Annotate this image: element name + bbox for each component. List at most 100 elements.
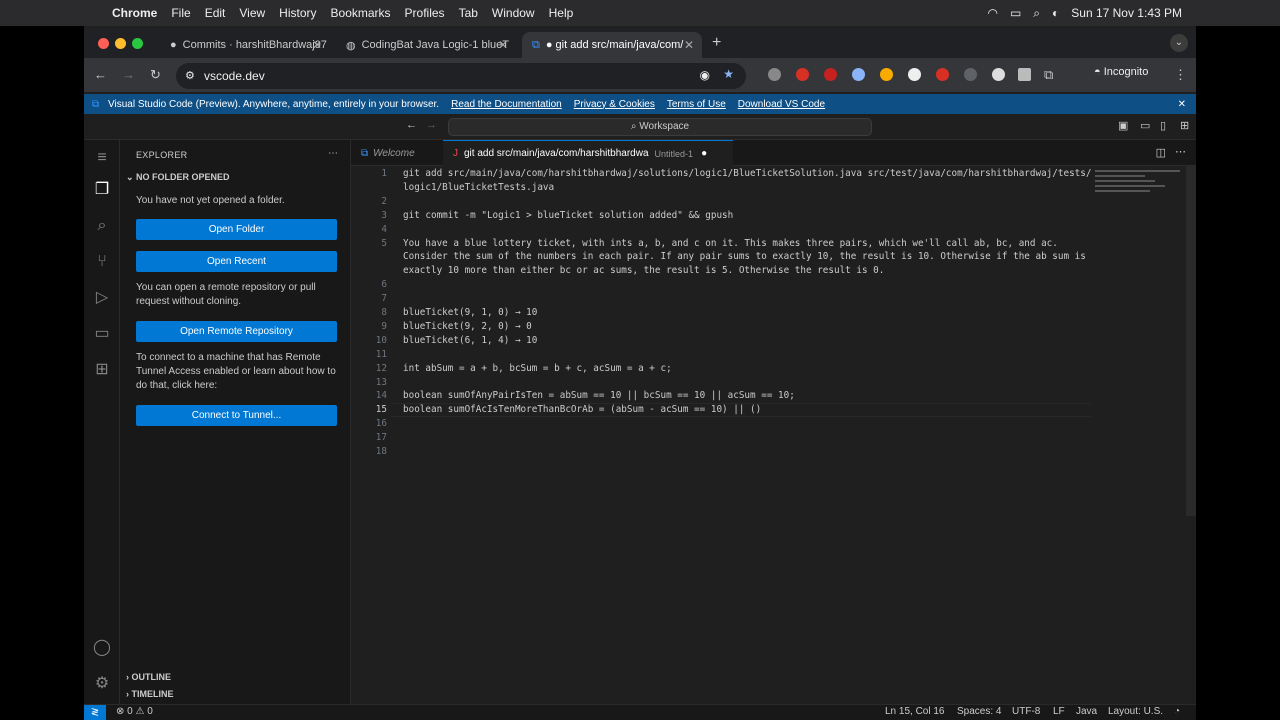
section-header[interactable]: ⌄ NO FOLDER OPENED [126, 172, 230, 183]
address-bar[interactable]: ⚙ vscode.dev ◉ ★ [176, 63, 746, 89]
site-info-icon[interactable]: ⚙ [185, 69, 195, 82]
nav-forward-icon[interactable]: → [426, 119, 437, 131]
menu-view[interactable]: View [239, 6, 265, 20]
language-mode[interactable]: Java [1076, 706, 1097, 717]
nav-back-icon[interactable]: ← [406, 119, 417, 131]
code-line[interactable]: int abSum = a + b, bcSum = b + c, acSum … [403, 363, 672, 374]
timeline-section[interactable]: › TIMELINE [126, 689, 174, 699]
remote-explorer-icon[interactable]: ▭ [92, 324, 112, 344]
menu-icon[interactable]: ≡ [92, 148, 112, 168]
minimize-window-button[interactable] [115, 38, 126, 49]
search-icon[interactable]: ⌕ [92, 216, 112, 236]
more-actions-icon[interactable]: ⋯ [1175, 145, 1186, 158]
code-line[interactable]: boolean sumOfAcIsTenMoreThanBcOrAb = (ab… [403, 404, 761, 415]
new-tab-button[interactable]: + [712, 34, 721, 52]
spotlight-icon[interactable]: ⌕ [1033, 6, 1040, 21]
zoom-window-button[interactable] [132, 38, 143, 49]
open-folder-button[interactable]: Open Folder [136, 219, 337, 240]
wifi-icon[interactable]: ◠ [987, 6, 997, 20]
terms-link[interactable]: Terms of Use [667, 99, 726, 110]
run-debug-icon[interactable]: ▷ [92, 288, 112, 308]
keyboard-layout[interactable]: Layout: U.S. [1108, 706, 1163, 717]
connect-to-tunnel-button[interactable]: Connect to Tunnel... [136, 405, 337, 426]
editor-scrollbar[interactable] [1186, 166, 1196, 516]
outline-section[interactable]: › OUTLINE [126, 672, 171, 682]
toggle-secondary-sidebar-icon[interactable]: ▯ [1160, 119, 1166, 132]
menu-tab[interactable]: Tab [459, 6, 478, 20]
encoding[interactable]: UTF-8 [1012, 706, 1040, 717]
cursor-position[interactable]: Ln 15, Col 16 [885, 706, 945, 717]
extension-icon[interactable] [964, 68, 977, 81]
extension-icon[interactable] [936, 68, 949, 81]
remote-indicator-icon[interactable]: ≷ [84, 705, 106, 720]
extension-icon[interactable] [824, 68, 837, 81]
extension-icon[interactable] [908, 68, 921, 81]
menu-profiles[interactable]: Profiles [405, 6, 445, 20]
code-line[interactable]: exactly 10 more than either bc or ac sum… [403, 265, 884, 276]
split-editor-icon[interactable]: ◫ [1156, 146, 1166, 159]
extension-icon[interactable] [880, 68, 893, 81]
extension-icon[interactable] [992, 68, 1005, 81]
toggle-panel-icon[interactable]: ▭ [1140, 119, 1150, 132]
indentation[interactable]: Spaces: 4 [957, 706, 1001, 717]
control-center-icon[interactable]: ◐ [1052, 6, 1059, 20]
problems-indicator[interactable]: ⊗ 0 ⚠ 0 [116, 706, 153, 717]
open-recent-button[interactable]: Open Recent [136, 251, 337, 272]
menu-edit[interactable]: Edit [205, 6, 226, 20]
menu-help[interactable]: Help [549, 6, 574, 20]
read-docs-link[interactable]: Read the Documentation [451, 99, 562, 110]
close-tab-icon[interactable]: ✕ [312, 38, 322, 52]
close-tab-icon[interactable]: ✕ [498, 38, 508, 52]
minimap[interactable] [1095, 166, 1185, 206]
menubar-clock[interactable]: Sun 17 Nov 1:43 PM [1071, 6, 1182, 20]
battery-icon[interactable]: ▭ [1010, 6, 1021, 20]
menu-file[interactable]: File [171, 6, 190, 20]
privacy-link[interactable]: Privacy & Cookies [574, 99, 655, 110]
extension-icon[interactable] [852, 68, 865, 81]
dirty-indicator-icon[interactable]: ● [701, 148, 707, 159]
extension-icon[interactable] [796, 68, 809, 81]
explorer-icon[interactable]: ❐ [92, 180, 112, 200]
extensions-icon[interactable]: ⊞ [92, 360, 112, 380]
incognito-indicator[interactable]: ◓ Incognito [1094, 66, 1148, 78]
code-line[interactable]: blueTicket(6, 1, 4) → 10 [403, 335, 537, 346]
menu-bookmarks[interactable]: Bookmarks [331, 6, 391, 20]
code-line[interactable]: boolean sumOfAnyPairIsTen = abSum == 10 … [403, 390, 795, 401]
code-line[interactable]: blueTicket(9, 1, 0) → 10 [403, 307, 537, 318]
settings-gear-icon[interactable]: ⚙ [92, 674, 112, 694]
code-line[interactable]: You have a blue lottery ticket, with int… [403, 238, 1058, 249]
bookmark-star-icon[interactable]: ★ [723, 67, 734, 81]
incognito-eye-icon[interactable]: ◉ [700, 68, 710, 82]
tab-search-icon[interactable]: ⌄ [1170, 34, 1188, 52]
customize-layout-icon[interactable]: ⊞ [1180, 119, 1189, 132]
menu-window[interactable]: Window [492, 6, 535, 20]
menu-chrome[interactable]: Chrome [112, 6, 157, 20]
browser-tab[interactable]: ◍ CodingBat Java Logic-1 blueT ✕ [336, 32, 516, 58]
accounts-icon[interactable]: ◯ [92, 638, 112, 658]
code-line[interactable]: Consider the sum of the numbers in each … [403, 251, 1086, 262]
code-line[interactable]: git add src/main/java/com/harshitbhardwa… [403, 168, 1091, 179]
end-of-line[interactable]: LF [1053, 706, 1065, 717]
code-line[interactable]: blueTicket(9, 2, 0) → 0 [403, 321, 532, 332]
more-actions-icon[interactable]: ⋯ [328, 148, 338, 159]
chrome-menu-icon[interactable]: ⋮ [1174, 67, 1187, 83]
open-remote-repository-button[interactable]: Open Remote Repository [136, 321, 337, 342]
forward-icon[interactable]: → [122, 67, 135, 82]
code-line[interactable]: git commit -m "Logic1 > blueTicket solut… [403, 210, 733, 221]
browser-tab-active[interactable]: ⧉ ● git add src/main/java/com/ ✕ [522, 32, 702, 58]
editor-tab-welcome[interactable]: ⧉ Welcome [351, 140, 443, 166]
command-center[interactable]: ⌕ Workspace [448, 118, 872, 136]
editor-tab-untitled[interactable]: J git add src/main/java/com/harshitbhard… [443, 140, 733, 166]
menu-history[interactable]: History [279, 6, 316, 20]
extension-icon[interactable] [768, 68, 781, 81]
reload-icon[interactable]: ↻ [150, 67, 161, 83]
browser-tab[interactable]: ● Commits · harshitBhardwaj97 ✕ [160, 32, 330, 58]
code-line[interactable]: logic1/BlueTicketTests.java [403, 182, 554, 193]
close-window-button[interactable] [98, 38, 109, 49]
source-control-icon[interactable]: ⑂ [92, 252, 112, 272]
close-banner-icon[interactable]: ✕ [1178, 99, 1186, 110]
back-icon[interactable]: ← [94, 67, 107, 82]
download-link[interactable]: Download VS Code [738, 99, 825, 110]
close-tab-icon[interactable]: ✕ [684, 38, 694, 52]
notifications-bell-icon[interactable]: ◔ [1174, 706, 1180, 717]
